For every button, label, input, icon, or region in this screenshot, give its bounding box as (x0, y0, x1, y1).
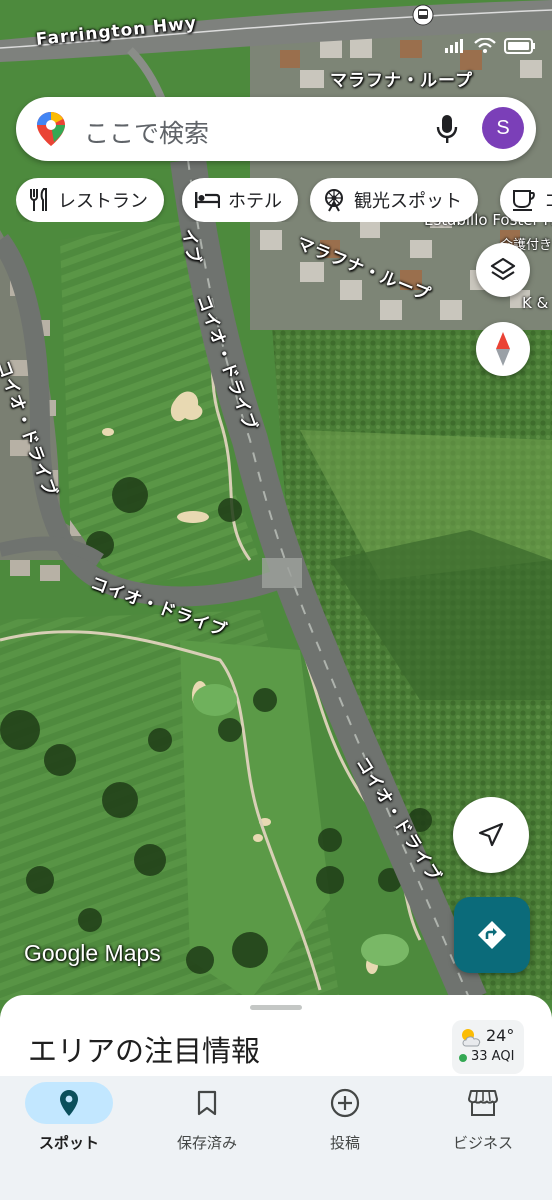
transit-icon (412, 4, 434, 26)
attraction-icon (325, 189, 343, 212)
battery-icon (504, 38, 535, 54)
chip-label: ホテル (228, 191, 282, 212)
chip-label: 観光スポット (354, 191, 462, 212)
weather-temperature: 24° (486, 1026, 515, 1045)
nav-label: 投稿 (329, 1134, 360, 1152)
signal-icon (445, 39, 463, 53)
google-maps-attribution: Google Maps (24, 940, 161, 966)
nav-icon-wrap (439, 1082, 527, 1124)
status-bar (412, 0, 552, 54)
nav-item-business[interactable]: ビジネス (414, 1076, 552, 1176)
layers-button[interactable] (476, 243, 530, 297)
chip-hotel[interactable]: ホテル (182, 178, 298, 222)
search-placeholder[interactable]: ここで検索 (84, 114, 209, 150)
road-label-marafuna-loop-top: マラフナ・ループ (330, 71, 473, 91)
layers-icon (490, 257, 516, 281)
nav-icon-wrap (301, 1082, 389, 1124)
weather-chip[interactable]: 24° 33 AQI (452, 1020, 524, 1074)
nav-label: ビジネス (452, 1134, 513, 1152)
aqi-status-dot (459, 1054, 467, 1062)
my-location-button[interactable] (453, 797, 529, 873)
chip-label: レストラン (58, 191, 148, 212)
search-bar[interactable]: ここで検索 S (16, 97, 536, 161)
partly-cloudy-icon (462, 1029, 481, 1047)
nav-item-explore[interactable]: スポット (0, 1076, 138, 1176)
google-maps-logo-icon (37, 112, 65, 146)
hotel-icon (195, 192, 220, 208)
wifi-icon (474, 38, 496, 53)
storefront-icon (468, 1090, 498, 1116)
chip-coffee[interactable]: コ (500, 178, 552, 222)
nav-item-saved[interactable]: 保存済み (138, 1076, 276, 1176)
add-circle-icon (330, 1088, 360, 1118)
bottom-navigation: スポット 保存済み 投稿 ビジネス (0, 1076, 552, 1200)
nav-item-contribute[interactable]: 投稿 (276, 1076, 414, 1176)
pin-icon (60, 1090, 78, 1116)
sheet-title: エリアの注目情報 (28, 1034, 261, 1068)
chip-label: コ (544, 187, 552, 213)
nav-label: 保存済み (176, 1134, 237, 1152)
aqi-value: 33 AQI (471, 1049, 515, 1064)
chip-attractions[interactable]: 観光スポット (310, 178, 478, 222)
poi-label-k-and[interactable]: K & (522, 294, 548, 312)
category-chips: レストラン ホテル 観光スポット コ (16, 178, 552, 222)
compass-icon (496, 332, 510, 366)
compass-button[interactable] (476, 322, 530, 376)
bookmark-icon (197, 1090, 217, 1116)
nav-label: スポット (38, 1134, 99, 1152)
navigation-arrow-icon (478, 822, 504, 847)
account-avatar[interactable]: S (482, 107, 524, 149)
chip-restaurant[interactable]: レストラン (16, 178, 164, 222)
directions-button[interactable] (454, 897, 530, 973)
directions-icon (478, 921, 506, 949)
nav-icon-wrap (163, 1082, 251, 1124)
microphone-icon[interactable] (436, 113, 458, 145)
coffee-icon (513, 190, 535, 211)
nav-active-pill (25, 1082, 113, 1124)
sheet-drag-handle[interactable] (250, 1005, 302, 1010)
restaurant-icon (30, 188, 47, 211)
